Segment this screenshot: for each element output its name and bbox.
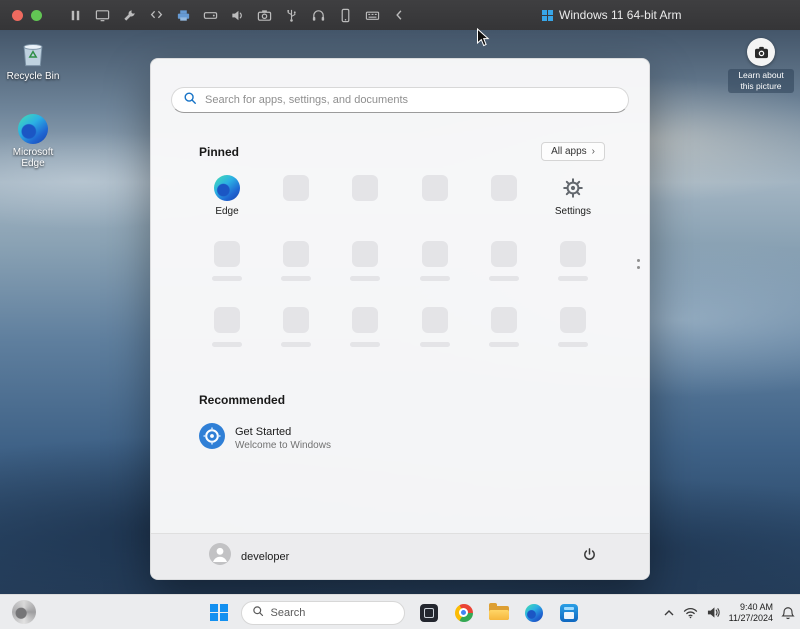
search-icon [252,605,264,620]
network-icon[interactable] [683,607,698,619]
pinned-app-placeholder [403,241,467,307]
start-button[interactable] [210,604,228,622]
pinned-app-placeholder [195,241,259,307]
pinned-app-placeholder [333,175,397,241]
vm-window-title: Windows 11 64-bit Arm [542,0,682,30]
learn-about-label: Learn about this picture [728,69,794,93]
pinned-app-settings[interactable]: Settings [541,175,605,241]
vm-toolbar: Windows 11 64-bit Arm [0,0,800,30]
pinned-app-placeholder [472,175,536,241]
pinned-app-placeholder [264,175,328,241]
back-chevron-icon[interactable] [392,8,407,23]
clock-date: 11/27/2024 [729,613,773,624]
pinned-app-placeholder [195,307,259,373]
edge-icon [525,604,543,622]
get-started-icon [199,423,225,454]
edge-gray-swirl-icon [12,600,36,624]
headset-icon[interactable] [311,8,326,23]
volume-icon[interactable] [706,606,721,619]
pinned-page-indicator[interactable] [637,259,640,269]
desktop-icon-label: Recycle Bin [7,71,60,82]
pinned-heading: Pinned [199,145,239,159]
screen: Windows 11 64-bit Arm Recycle Bin Micros… [0,0,800,629]
user-name: developer [241,551,289,563]
pause-icon[interactable] [68,8,83,23]
start-search-input[interactable] [205,94,617,106]
clock[interactable]: 9:40 AM 11/27/2024 [729,602,773,624]
start-menu: Pinned All apps › Edge [150,58,650,580]
gear-icon [560,175,586,201]
search-icon [183,91,197,110]
power-button[interactable] [582,547,597,567]
recommended-heading: Recommended [199,393,285,407]
taskbar-search-label: Search [271,607,306,619]
recommended-item-subtitle: Welcome to Windows [235,440,331,451]
task-view-icon [420,604,438,622]
all-apps-button[interactable]: All apps › [541,142,605,161]
folder-icon [489,605,509,620]
learn-about-picture[interactable]: Learn about this picture [728,38,794,93]
edge-button[interactable] [523,600,545,626]
notification-bell-icon[interactable] [781,606,795,620]
chevron-right-icon: › [592,146,595,157]
pinned-app-edge[interactable]: Edge [195,175,259,241]
store-icon [560,604,578,622]
pinned-app-placeholder [264,241,328,307]
avatar [209,543,231,570]
printer-icon[interactable] [176,8,191,23]
recommended-item-title: Get Started [235,426,331,438]
windows-logo-icon [542,10,553,21]
task-view-button[interactable] [418,600,440,626]
camera-icon[interactable] [257,8,272,23]
desktop-wallpaper: Recycle Bin Microsoft Edge Learn about t… [0,30,800,594]
nav-arrows-icon[interactable] [149,8,164,23]
wrench-icon[interactable] [122,8,137,23]
file-explorer-button[interactable] [488,600,510,626]
phone-icon[interactable] [338,8,353,23]
edge-icon [214,175,240,201]
zoom-button[interactable] [31,10,42,21]
speaker-icon[interactable] [230,8,245,23]
display-icon[interactable] [95,8,110,23]
desktop-icon-label: Microsoft Edge [2,147,64,169]
chrome-button[interactable] [453,600,475,626]
window-controls [12,10,42,21]
pinned-app-placeholder [333,241,397,307]
pinned-app-placeholder [333,307,397,373]
recommended-item-get-started[interactable]: Get Started Welcome to Windows [199,423,331,454]
usb-icon[interactable] [284,8,299,23]
pinned-app-placeholder [403,175,467,241]
tray-chevron-up[interactable] [663,609,675,617]
pinned-app-placeholder [472,307,536,373]
desktop-icon-recycle-bin[interactable]: Recycle Bin [2,36,64,82]
chrome-icon [455,604,473,622]
taskbar-search[interactable]: Search [241,601,405,625]
close-button[interactable] [12,10,23,21]
keyboard-icon[interactable] [365,8,380,23]
taskbar: Search 9:40 AM 11/27/2024 [0,594,800,629]
user-profile-button[interactable]: developer [209,543,289,570]
edge-icon [18,112,48,144]
clock-time: 9:40 AM [729,602,773,613]
pinned-apps-grid: Edge Settings [195,175,605,373]
desktop-icon-microsoft-edge[interactable]: Microsoft Edge [2,112,64,169]
pinned-app-placeholder [403,307,467,373]
start-menu-footer: developer [151,533,649,579]
start-search-box[interactable] [171,87,629,113]
store-button[interactable] [558,600,580,626]
pinned-app-placeholder [472,241,536,307]
drive-icon[interactable] [203,8,218,23]
pinned-app-placeholder [541,307,605,373]
pinned-app-placeholder [264,307,328,373]
camera-badge-icon [747,38,775,66]
pinned-app-placeholder [541,241,605,307]
recycle-bin-icon [19,36,47,68]
